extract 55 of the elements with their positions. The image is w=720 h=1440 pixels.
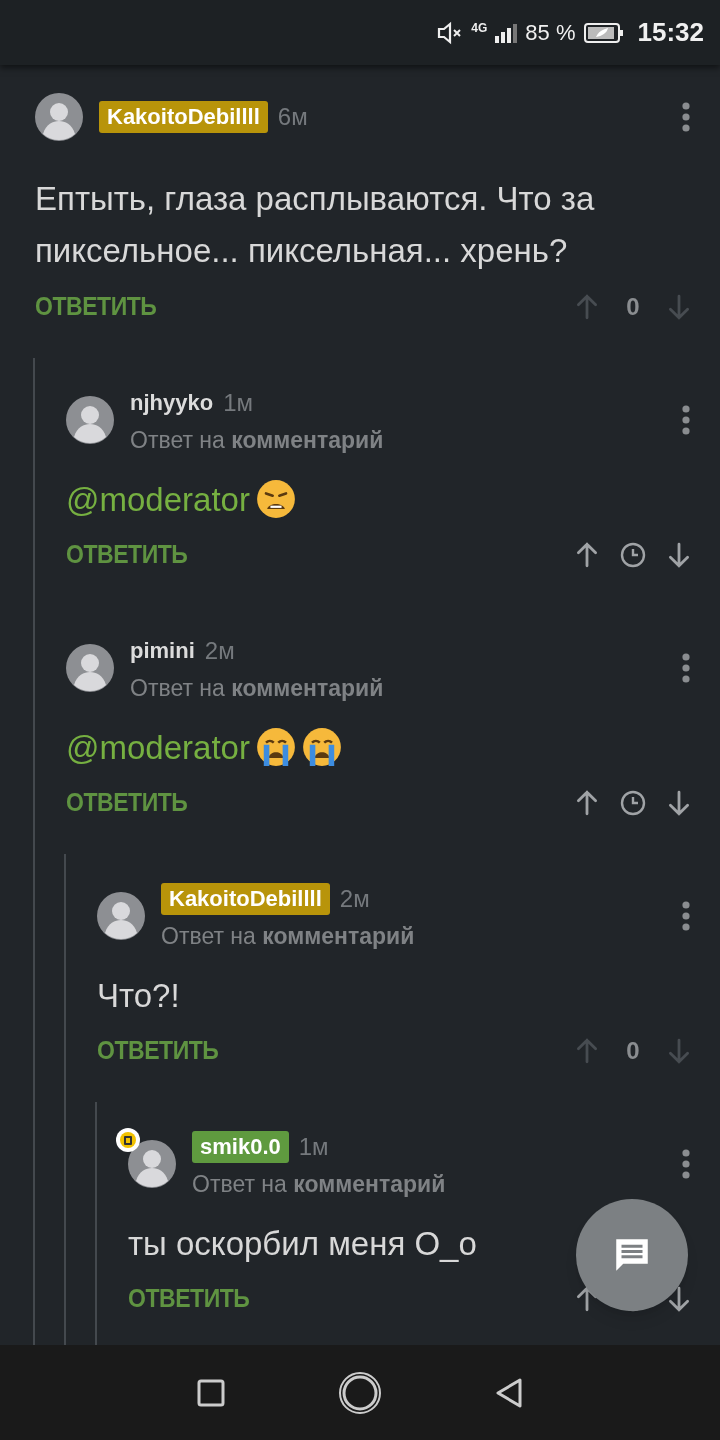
back-icon[interactable] [495, 1376, 524, 1409]
downvote-arrow-icon[interactable] [666, 541, 692, 569]
upvote-arrow-icon[interactable] [574, 541, 600, 569]
comment-time: 1м [298, 1132, 329, 1162]
more-options-icon[interactable] [682, 102, 690, 132]
comment-time: 1м [223, 388, 253, 418]
reply-button[interactable]: ОТВЕТИТЬ [128, 1280, 250, 1318]
comment-time: 2м [204, 636, 235, 666]
username[interactable]: smik0.0 [192, 1131, 289, 1163]
recent-apps-icon[interactable] [196, 1378, 225, 1407]
avatar[interactable] [128, 1140, 176, 1188]
more-options-icon[interactable] [682, 1149, 690, 1179]
more-options-icon[interactable] [682, 901, 690, 931]
comment-time: 6м [277, 102, 308, 132]
comment-text: ты оскорбил меня О_о [128, 1225, 477, 1262]
reply-to-text[interactable]: Ответ на комментарий [161, 922, 682, 950]
more-options-icon[interactable] [682, 405, 690, 435]
avatar[interactable] [35, 93, 83, 141]
comment-score: 0 [625, 1036, 641, 1066]
weary-face-emoji-icon [255, 479, 296, 520]
home-icon[interactable] [338, 1370, 382, 1415]
avatar[interactable] [66, 396, 114, 444]
more-options-icon[interactable] [682, 653, 690, 683]
network-type: 4G [471, 21, 488, 34]
clock-time: 15:32 [637, 16, 704, 49]
mute-icon [437, 20, 464, 45]
comment-text: Что?! [97, 977, 180, 1014]
username[interactable]: pimini [130, 635, 195, 667]
signal-icon [495, 22, 518, 43]
upvote-arrow-icon[interactable] [574, 789, 600, 817]
username[interactable]: KakoitoDebillll [161, 883, 330, 915]
username[interactable]: njhyyko [130, 387, 214, 419]
reply-button[interactable]: ОТВЕТИТЬ [35, 288, 157, 326]
username[interactable]: KakoitoDebillll [99, 101, 268, 133]
crying-face-emoji-icon [301, 727, 342, 768]
avatar[interactable] [66, 644, 114, 692]
reply-to-text[interactable]: Ответ на комментарий [130, 426, 682, 454]
battery-icon [583, 21, 624, 44]
reply-button[interactable]: ОТВЕТИТЬ [66, 784, 188, 822]
reply-button[interactable]: ОТВЕТИТЬ [97, 1032, 219, 1070]
downvote-arrow-icon[interactable] [666, 789, 692, 817]
clock-icon [620, 790, 646, 816]
mention-link[interactable]: @moderator [66, 481, 250, 518]
battery-percent: 85 % [525, 19, 576, 47]
reply-to-text[interactable]: Ответ на комментарий [130, 674, 682, 702]
comment-score: 0 [625, 292, 641, 322]
comment-text: Ептыть, глаза расплываются. Что за пиксельное... пиксельная... хрень? [35, 180, 595, 269]
downvote-arrow-icon[interactable] [666, 1285, 692, 1313]
crying-face-emoji-icon [255, 727, 296, 768]
reply-to-text[interactable]: Ответ на комментарий [192, 1170, 682, 1198]
clock-icon [620, 542, 646, 568]
mention-link[interactable]: @moderator [66, 729, 250, 766]
comment-time: 2м [339, 884, 370, 914]
avatar[interactable] [97, 892, 145, 940]
reply-button[interactable]: ОТВЕТИТЬ [66, 536, 188, 574]
